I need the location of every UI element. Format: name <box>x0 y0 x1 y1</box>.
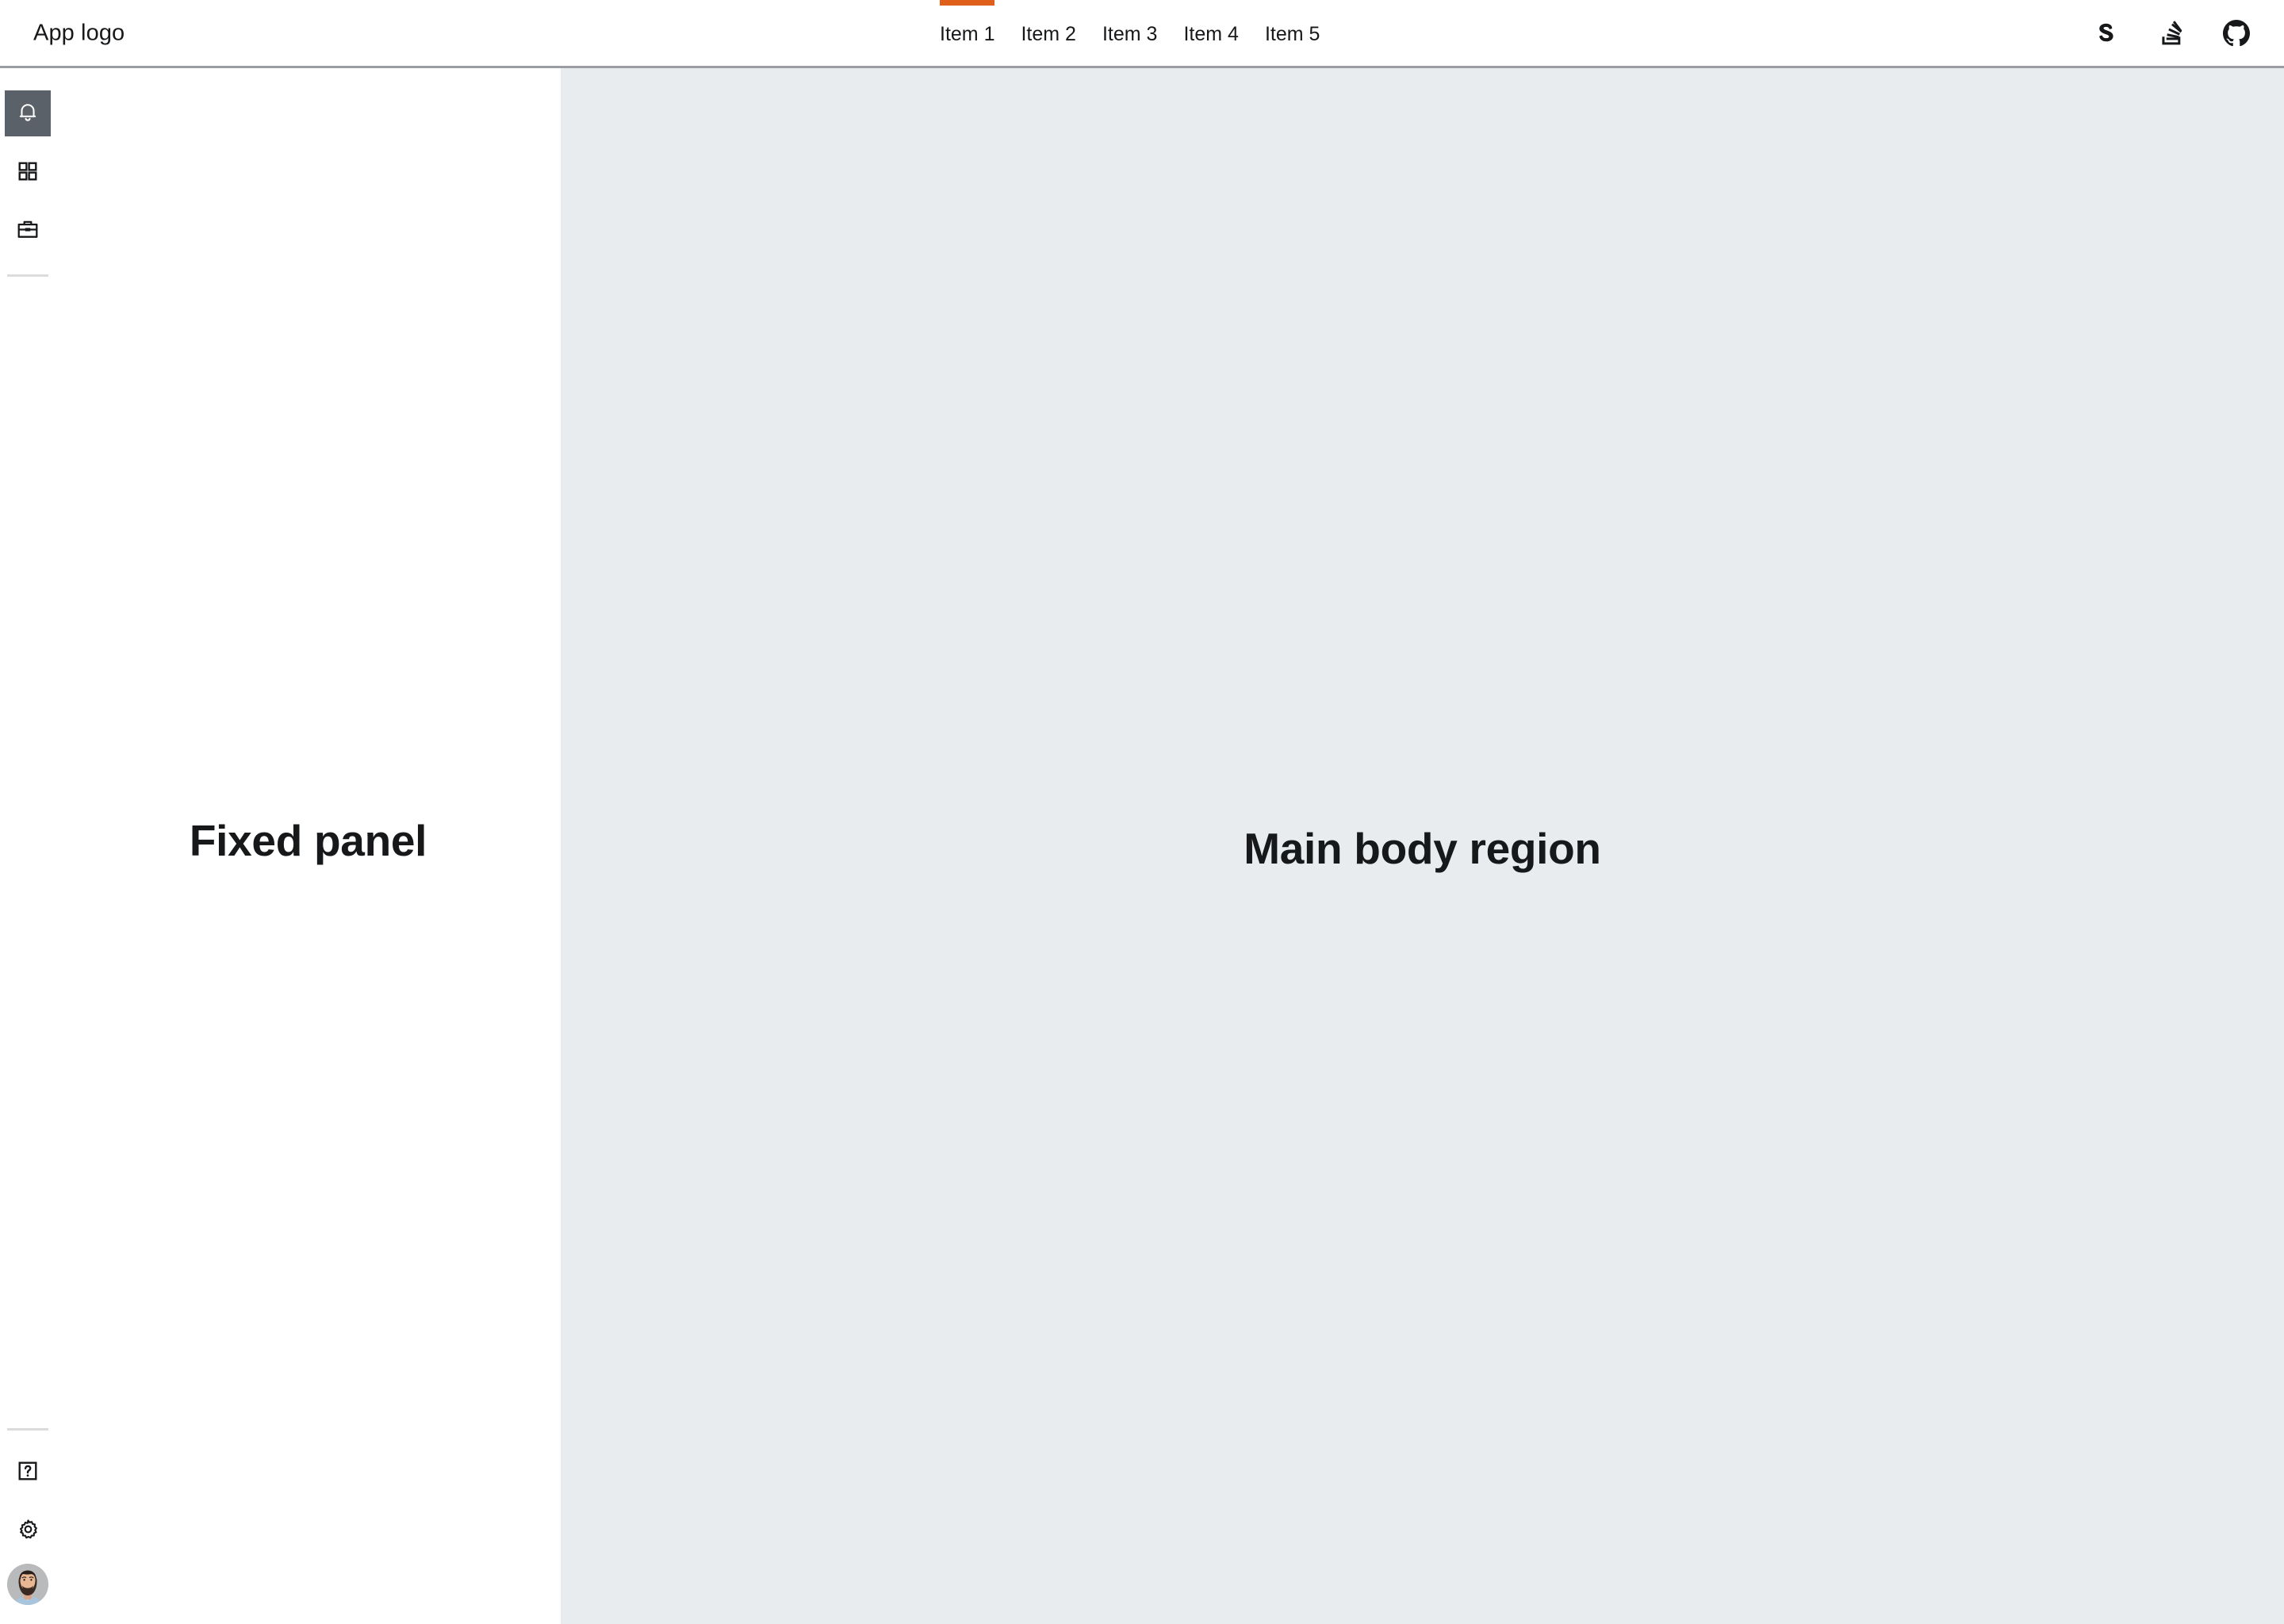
nav-item-3-label: Item 3 <box>1102 22 1158 45</box>
github-link[interactable] <box>2219 16 2254 51</box>
nav-item-1-label: Item 1 <box>940 22 995 45</box>
rail-item-work[interactable] <box>5 206 51 252</box>
nav-item-4[interactable]: Item 4 <box>1183 0 1238 68</box>
rail-divider-bottom <box>7 1428 48 1431</box>
rail-item-notifications[interactable] <box>5 90 51 136</box>
app-root: App logo Item 1 Item 2 Item 3 Item 4 Ite… <box>0 0 2284 1624</box>
user-avatar[interactable] <box>7 1564 48 1605</box>
gear-icon <box>17 1519 39 1540</box>
sass-s-icon <box>2096 21 2117 45</box>
bell-icon <box>17 102 38 124</box>
main-body-region: Main body region <box>561 68 2284 1624</box>
rail-item-apps[interactable] <box>5 148 51 194</box>
nav-item-3[interactable]: Item 3 <box>1102 0 1157 68</box>
nav-item-4-label: Item 4 <box>1183 22 1239 45</box>
main-body-title: Main body region <box>1244 824 1601 873</box>
grid-apps-icon <box>17 161 38 182</box>
fixed-panel: Fixed panel <box>56 68 561 1624</box>
fixed-panel-title: Fixed panel <box>189 815 427 865</box>
stack-overflow-link[interactable] <box>2154 16 2189 51</box>
avatar-image <box>7 1564 48 1605</box>
app-logo[interactable]: App logo <box>33 21 125 44</box>
rail-top-group <box>0 90 56 289</box>
rail-divider-top <box>7 274 48 277</box>
rail-item-settings[interactable] <box>5 1506 51 1552</box>
nav-item-1[interactable]: Item 1 <box>940 0 995 68</box>
left-rail <box>0 68 56 1624</box>
nav-item-2[interactable]: Item 2 <box>1021 0 1075 68</box>
nav-item-5[interactable]: Item 5 <box>1265 0 1320 68</box>
main-navigation: Item 1 Item 2 Item 3 Item 4 Item 5 <box>940 0 1320 68</box>
rail-bottom-group <box>0 1420 56 1605</box>
stack-overflow-icon <box>2159 20 2183 46</box>
body-wrapper: Fixed panel Main body region <box>0 68 2284 1624</box>
nav-item-2-label: Item 2 <box>1021 22 1076 45</box>
header-actions <box>2089 16 2254 51</box>
briefcase-icon <box>17 219 39 239</box>
nav-item-5-label: Item 5 <box>1264 22 1320 45</box>
rail-item-help[interactable] <box>5 1448 51 1494</box>
sass-s-link[interactable] <box>2089 16 2124 51</box>
github-icon <box>2223 19 2250 47</box>
app-header: App logo Item 1 Item 2 Item 3 Item 4 Ite… <box>0 0 2284 68</box>
help-question-icon <box>17 1461 38 1481</box>
